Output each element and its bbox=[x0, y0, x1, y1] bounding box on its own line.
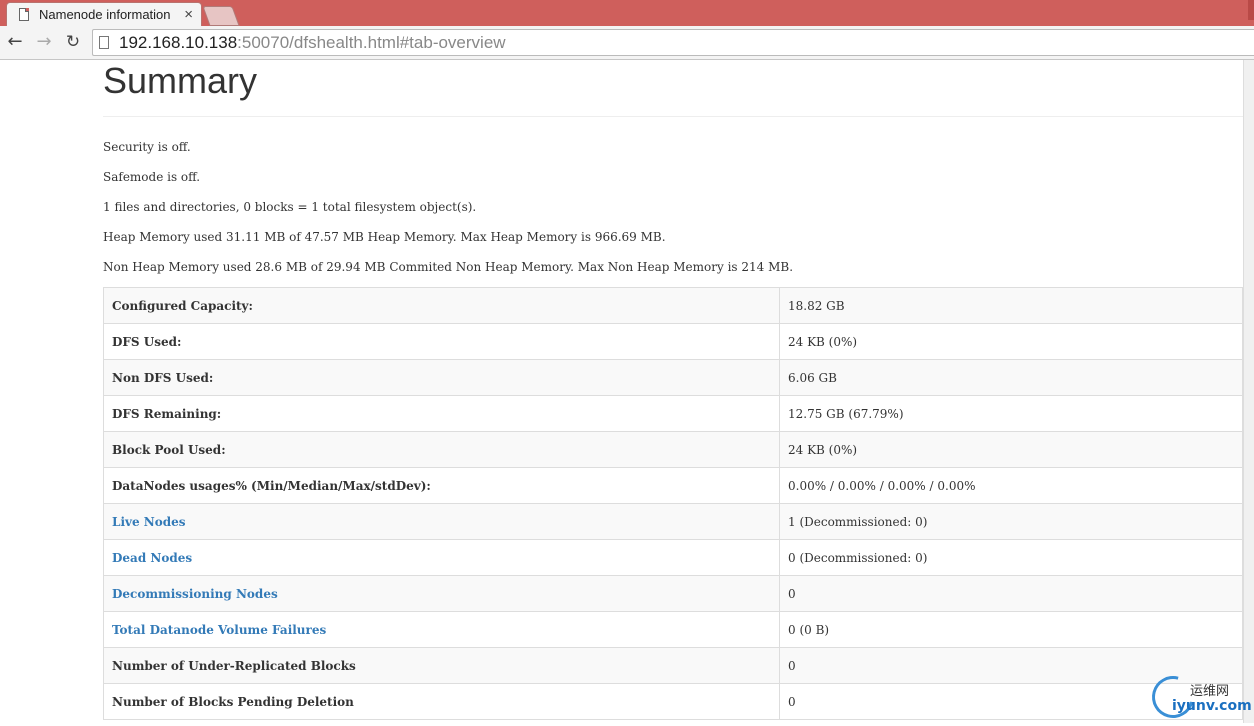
table-row: DFS Remaining: 12.75 GB (67.79%) bbox=[103, 395, 1243, 432]
datanodes-usages-value: 0.00% / 0.00% / 0.00% / 0.00% bbox=[779, 467, 1243, 504]
tab-strip: Namenode information × bbox=[0, 0, 1254, 26]
title-divider bbox=[103, 116, 1243, 117]
block-pool-used-value: 24 KB (0%) bbox=[779, 431, 1243, 468]
new-tab-button[interactable] bbox=[202, 6, 240, 26]
address-bar[interactable]: 192.168.10.138:50070/dfshealth.html#tab-… bbox=[92, 29, 1254, 56]
under-replicated-blocks-label: Number of Under-Replicated Blocks bbox=[103, 647, 780, 684]
dfs-remaining-value: 12.75 GB (67.79%) bbox=[779, 395, 1243, 432]
table-row: Total Datanode Volume Failures 0 (0 B) bbox=[103, 611, 1243, 648]
block-pool-used-label: Block Pool Used: bbox=[103, 431, 780, 468]
reload-icon[interactable]: ↻ bbox=[62, 31, 84, 53]
dfs-remaining-label: DFS Remaining: bbox=[103, 395, 780, 432]
watermark-logo: 运维网 iyunv.com bbox=[1144, 668, 1254, 726]
live-nodes-link[interactable]: Live Nodes bbox=[112, 515, 186, 529]
configured-capacity-value: 18.82 GB bbox=[779, 287, 1243, 324]
decommissioning-nodes-link[interactable]: Decommissioning Nodes bbox=[112, 587, 278, 601]
non-heap-memory: Non Heap Memory used 28.6 MB of 29.94 MB… bbox=[103, 260, 794, 274]
live-nodes-value: 1 (Decommissioned: 0) bbox=[779, 503, 1243, 540]
table-row: Live Nodes 1 (Decommissioned: 0) bbox=[103, 503, 1243, 540]
table-row: Configured Capacity: 18.82 GB bbox=[103, 287, 1243, 324]
tab-namenode-information[interactable]: Namenode information × bbox=[6, 2, 202, 26]
table-row: Block Pool Used: 24 KB (0%) bbox=[103, 431, 1243, 468]
table-row: Number of Blocks Pending Deletion 0 bbox=[103, 683, 1243, 720]
dfs-used-value: 24 KB (0%) bbox=[779, 323, 1243, 360]
table-row: Number of Under-Replicated Blocks 0 bbox=[103, 647, 1243, 684]
volume-failures-value: 0 (0 B) bbox=[779, 611, 1243, 648]
close-icon[interactable]: × bbox=[184, 6, 193, 23]
watermark-en: iyunv.com bbox=[1172, 698, 1252, 714]
volume-failures-link[interactable]: Total Datanode Volume Failures bbox=[112, 623, 326, 637]
table-row: Non DFS Used: 6.06 GB bbox=[103, 359, 1243, 396]
summary-table: Configured Capacity: 18.82 GB DFS Used: … bbox=[103, 287, 1243, 720]
dead-nodes-link[interactable]: Dead Nodes bbox=[112, 551, 192, 565]
url-host: 192.168.10.138 bbox=[119, 33, 238, 52]
browser-toolbar: ← → ↻ 192.168.10.138:50070/dfshealth.htm… bbox=[0, 26, 1254, 60]
watermark-cn: 运维网 bbox=[1190, 684, 1230, 699]
page-icon bbox=[19, 8, 29, 21]
security-status: Security is off. bbox=[103, 140, 191, 154]
table-row: Dead Nodes 0 (Decommissioned: 0) bbox=[103, 539, 1243, 576]
pending-deletion-label: Number of Blocks Pending Deletion bbox=[103, 683, 780, 720]
page-scrollbar[interactable] bbox=[1243, 60, 1254, 723]
non-dfs-used-label: Non DFS Used: bbox=[103, 359, 780, 396]
page-title: Summary bbox=[103, 60, 258, 101]
tab-title: Namenode information bbox=[39, 7, 171, 22]
table-row: DataNodes usages% (Min/Median/Max/stdDev… bbox=[103, 467, 1243, 504]
window-close-button[interactable] bbox=[1248, 0, 1254, 20]
decommissioning-nodes-value: 0 bbox=[779, 575, 1243, 612]
filesystem-objects: 1 files and directories, 0 blocks = 1 to… bbox=[103, 200, 477, 214]
url-text[interactable]: 192.168.10.138:50070/dfshealth.html#tab-… bbox=[119, 33, 506, 53]
table-row: Decommissioning Nodes 0 bbox=[103, 575, 1243, 612]
heap-memory: Heap Memory used 31.11 MB of 47.57 MB He… bbox=[103, 230, 666, 244]
dead-nodes-value: 0 (Decommissioned: 0) bbox=[779, 539, 1243, 576]
table-row: DFS Used: 24 KB (0%) bbox=[103, 323, 1243, 360]
datanodes-usages-label: DataNodes usages% (Min/Median/Max/stdDev… bbox=[103, 467, 780, 504]
configured-capacity-label: Configured Capacity: bbox=[103, 287, 780, 324]
safemode-status: Safemode is off. bbox=[103, 170, 201, 184]
arrow-left-icon[interactable]: ← bbox=[4, 31, 26, 53]
url-path: :50070/dfshealth.html#tab-overview bbox=[237, 33, 506, 52]
arrow-right-icon[interactable]: → bbox=[33, 31, 55, 53]
page-icon bbox=[99, 36, 109, 49]
dfs-used-label: DFS Used: bbox=[103, 323, 780, 360]
non-dfs-used-value: 6.06 GB bbox=[779, 359, 1243, 396]
